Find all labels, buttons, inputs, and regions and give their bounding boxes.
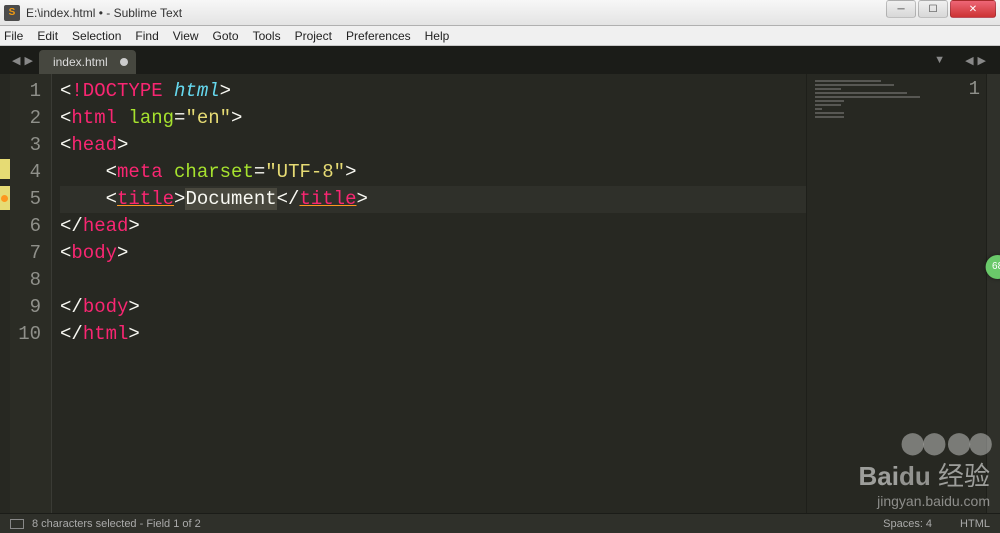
gutter-marks — [0, 74, 10, 513]
minimap-line-number: 1 — [969, 78, 980, 100]
menu-project[interactable]: Project — [295, 29, 332, 43]
menu-find[interactable]: Find — [135, 29, 158, 43]
menu-goto[interactable]: Goto — [213, 29, 239, 43]
line-number-gutter[interactable]: 1 2 3 4 5 6 7 8 9 10 — [10, 74, 52, 513]
pane-nav-forward-icon[interactable]: ▶ — [978, 54, 986, 67]
selected-text: Document — [185, 188, 276, 210]
pane-nav-back-icon[interactable]: ◀ — [965, 54, 973, 67]
code-line[interactable]: <!DOCTYPE html> — [60, 78, 806, 105]
menu-edit[interactable]: Edit — [37, 29, 58, 43]
code-area[interactable]: <!DOCTYPE html><html lang="en"><head> <m… — [52, 74, 806, 513]
app-icon: S — [4, 5, 20, 21]
line-number[interactable]: 4 — [10, 159, 41, 186]
close-button[interactable]: ✕ — [950, 0, 996, 18]
panel-switcher-icon[interactable] — [10, 519, 24, 529]
tab-history-nav[interactable]: ◀ ▶ — [6, 46, 39, 74]
menu-file[interactable]: File — [4, 29, 23, 43]
code-line[interactable]: <body> — [60, 240, 806, 267]
code-line[interactable]: <title>Document</title> — [60, 186, 806, 213]
minimize-button[interactable]: ─ — [886, 0, 916, 18]
nav-back-icon[interactable]: ◀ — [12, 54, 20, 67]
editor: 1 2 3 4 5 6 7 8 9 10 <!DOCTYPE html><htm… — [0, 74, 1000, 513]
line-number[interactable]: 7 — [10, 240, 41, 267]
line-number[interactable]: 5 — [10, 186, 41, 213]
menu-view[interactable]: View — [173, 29, 199, 43]
menu-selection[interactable]: Selection — [72, 29, 121, 43]
minimap-preview — [815, 80, 946, 120]
menu-bar: File Edit Selection Find View Goto Tools… — [0, 26, 1000, 46]
status-syntax[interactable]: HTML — [960, 518, 990, 530]
window-controls: ─ ☐ ✕ — [884, 0, 996, 25]
tab-strip: ◀ ▶ index.html ▼ ◀ ▶ — [0, 46, 1000, 74]
status-bar: 8 characters selected - Field 1 of 2 Spa… — [0, 513, 1000, 533]
maximize-button[interactable]: ☐ — [918, 0, 948, 18]
minimap[interactable]: 1 — [806, 74, 986, 513]
menu-help[interactable]: Help — [425, 29, 450, 43]
code-line[interactable]: </body> — [60, 294, 806, 321]
window-title: E:\index.html • - Sublime Text — [26, 6, 884, 20]
line-number[interactable]: 2 — [10, 105, 41, 132]
code-line[interactable]: <meta charset="UTF-8"> — [60, 159, 806, 186]
code-line[interactable]: <head> — [60, 132, 806, 159]
vertical-scrollbar[interactable] — [986, 74, 1000, 513]
modified-region-mark — [0, 159, 10, 179]
line-number[interactable]: 9 — [10, 294, 41, 321]
tab-index-html[interactable]: index.html — [39, 50, 136, 74]
tab-dirty-indicator-icon — [120, 58, 128, 66]
tab-label: index.html — [53, 55, 108, 69]
status-selection: 8 characters selected - Field 1 of 2 — [32, 518, 201, 530]
menu-tools[interactable]: Tools — [253, 29, 281, 43]
line-number[interactable]: 3 — [10, 132, 41, 159]
code-line[interactable]: <html lang="en"> — [60, 105, 806, 132]
line-number[interactable]: 1 — [10, 78, 41, 105]
line-number[interactable]: 8 — [10, 267, 41, 294]
tab-overflow-nav[interactable]: ▼ ◀ ▶ — [928, 46, 992, 74]
line-number[interactable]: 10 — [10, 321, 41, 348]
code-line[interactable] — [60, 267, 806, 294]
nav-forward-icon[interactable]: ▶ — [24, 54, 32, 67]
code-line[interactable]: </head> — [60, 213, 806, 240]
bookmark-icon — [1, 195, 8, 202]
chevron-down-icon[interactable]: ▼ — [934, 54, 945, 66]
menu-preferences[interactable]: Preferences — [346, 29, 411, 43]
window-titlebar: S E:\index.html • - Sublime Text ─ ☐ ✕ — [0, 0, 1000, 26]
status-indent[interactable]: Spaces: 4 — [883, 518, 932, 530]
code-line[interactable]: </html> — [60, 321, 806, 348]
line-number[interactable]: 6 — [10, 213, 41, 240]
